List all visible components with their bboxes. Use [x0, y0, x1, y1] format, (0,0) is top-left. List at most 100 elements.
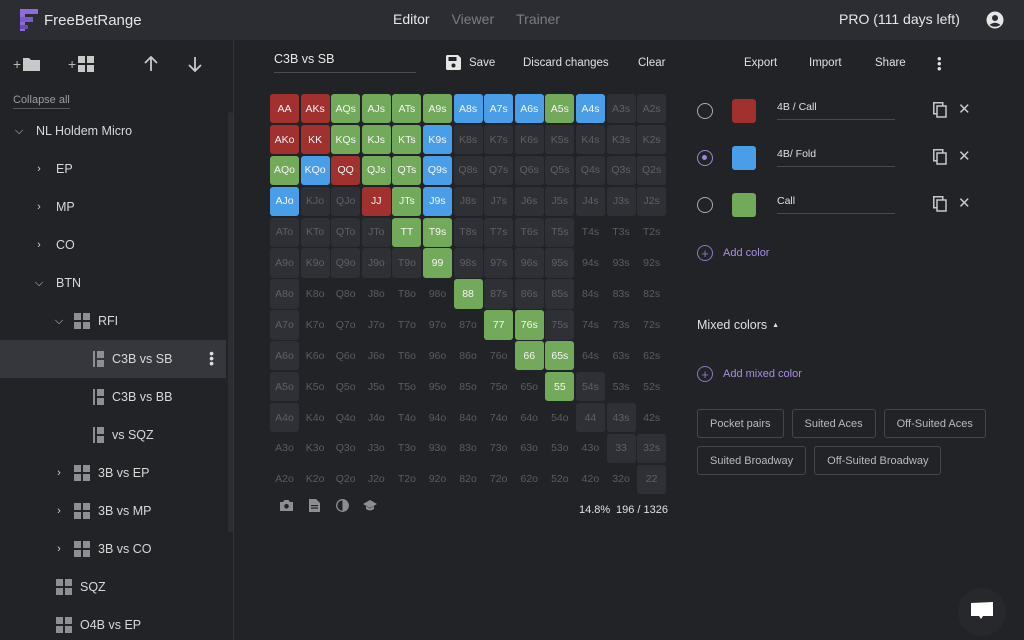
tree-item-nl-holdem-micro[interactable]: ⌵ NL Holdem Micro [0, 112, 226, 150]
hand-cell-73s[interactable]: 73s [607, 310, 636, 339]
color-swatch[interactable] [732, 99, 756, 123]
hand-cell-t4o[interactable]: T4o [392, 403, 421, 432]
hand-cell-q5o[interactable]: Q5o [331, 372, 360, 401]
hand-cell-a7s[interactable]: A7s [484, 94, 514, 124]
hand-cell-a5o[interactable]: A5o [270, 372, 299, 402]
hand-cell-42o[interactable]: 42o [576, 465, 605, 494]
hand-cell-43o[interactable]: 43o [576, 434, 605, 463]
hand-cell-k2s[interactable]: K2s [637, 124, 667, 155]
hand-cell-qts[interactable]: QTs [392, 155, 422, 186]
hand-cell-q6s[interactable]: Q6s [514, 155, 544, 186]
hand-cell-kto[interactable]: KTo [300, 217, 330, 247]
hand-cell-kjo[interactable]: KJo [300, 186, 330, 216]
hand-cell-82o[interactable]: 82o [454, 465, 483, 494]
hand-cell-q8o[interactable]: Q8o [331, 279, 360, 308]
hand-cell-t6s[interactable]: T6s [514, 217, 544, 247]
hand-cell-t3o[interactable]: T3o [392, 434, 421, 463]
tree-item-vs-sqz[interactable]: vs SQZ [0, 416, 226, 454]
hand-cell-53o[interactable]: 53o [545, 434, 574, 463]
hand-cell-85o[interactable]: 85o [454, 372, 483, 401]
hand-cell-j2o[interactable]: J2o [362, 465, 391, 494]
hand-cell-k6o[interactable]: K6o [301, 341, 330, 370]
hand-cell-kqo[interactable]: KQo [300, 155, 330, 186]
hand-cell-k8s[interactable]: K8s [453, 124, 483, 155]
hand-cell-ajo[interactable]: AJo [270, 186, 299, 216]
hand-cell-ajs[interactable]: AJs [361, 94, 391, 124]
hand-cell-qjs[interactable]: QJs [361, 155, 391, 186]
copy-icon[interactable] [933, 102, 947, 118]
tree-item-btn[interactable]: ⌵ BTN [0, 264, 226, 302]
chevron-right-icon[interactable]: › [52, 467, 66, 479]
hand-cell-k2o[interactable]: K2o [301, 465, 330, 494]
hand-cell-q3o[interactable]: Q3o [331, 434, 360, 463]
hand-cell-j6o[interactable]: J6o [362, 341, 391, 370]
more-menu-icon[interactable]: • • • [937, 52, 942, 75]
hand-cell-kjs[interactable]: KJs [361, 124, 391, 155]
hand-cell-t2o[interactable]: T2o [392, 465, 421, 494]
tab-trainer[interactable]: Trainer [516, 11, 560, 27]
hand-cell-a4s[interactable]: A4s [575, 94, 605, 124]
hand-cell-32s[interactable]: 32s [637, 433, 667, 464]
close-icon[interactable]: ✕ [958, 196, 971, 211]
hand-cell-22[interactable]: 22 [637, 464, 667, 494]
trainer-cap-icon[interactable] [363, 498, 377, 512]
hand-cell-aqo[interactable]: AQo [270, 155, 299, 186]
hand-cell-k4o[interactable]: K4o [301, 403, 330, 432]
hand-cell-q7s[interactable]: Q7s [484, 155, 514, 186]
hand-cell-j5o[interactable]: J5o [362, 372, 391, 401]
hand-cell-a7o[interactable]: A7o [270, 310, 299, 340]
tab-editor[interactable]: Editor [393, 11, 430, 27]
hand-cell-77[interactable]: 77 [484, 310, 514, 340]
color-name-input[interactable]: Call [777, 195, 895, 214]
discard-changes-button[interactable]: Discard changes [523, 57, 609, 69]
add-mixed-color-button[interactable]: + Add mixed color [697, 366, 802, 382]
mixed-colors-toggle[interactable]: Mixed colors ▲ [697, 318, 779, 332]
chevron-right-icon[interactable]: › [32, 239, 46, 251]
hand-cell-a5s[interactable]: A5s [545, 94, 575, 124]
hand-cell-q4s[interactable]: Q4s [575, 155, 605, 186]
hand-cell-88[interactable]: 88 [453, 279, 483, 309]
hand-cell-92s[interactable]: 92s [637, 248, 666, 277]
hand-cell-t9s[interactable]: T9s [422, 217, 452, 247]
hand-cell-96s[interactable]: 96s [514, 248, 544, 278]
hand-cell-q7o[interactable]: Q7o [331, 310, 360, 339]
clear-button[interactable]: Clear [638, 57, 665, 69]
save-button[interactable]: Save [446, 55, 495, 70]
hand-cell-kk[interactable]: KK [300, 124, 330, 155]
hand-cell-t9o[interactable]: T9o [392, 248, 422, 278]
tree-item-rfi[interactable]: ⌵ RFI [0, 302, 226, 340]
hand-cell-72s[interactable]: 72s [637, 310, 666, 339]
tree-item-sqz[interactable]: SQZ [0, 568, 226, 606]
hand-cell-98s[interactable]: 98s [453, 248, 483, 278]
hand-cell-t3s[interactable]: T3s [607, 218, 636, 247]
account-icon[interactable] [986, 11, 1004, 29]
hand-cell-j2s[interactable]: J2s [637, 186, 667, 216]
hand-cell-66[interactable]: 66 [514, 341, 544, 371]
hand-cell-k9o[interactable]: K9o [300, 248, 330, 278]
hand-cell-92o[interactable]: 92o [423, 465, 452, 494]
hand-cell-ats[interactable]: ATs [392, 94, 422, 124]
hand-cell-ako[interactable]: AKo [270, 124, 299, 155]
hand-cell-j6s[interactable]: J6s [514, 186, 544, 216]
app-logo[interactable]: FreeBetRange [20, 9, 142, 31]
hand-cell-42s[interactable]: 42s [637, 403, 666, 432]
color-select-radio[interactable] [697, 197, 713, 213]
hand-cell-86o[interactable]: 86o [454, 341, 483, 370]
hand-cell-j9o[interactable]: J9o [361, 248, 391, 278]
hand-cell-86s[interactable]: 86s [514, 279, 544, 309]
hand-cell-j7s[interactable]: J7s [484, 186, 514, 216]
chevron-down-icon[interactable]: ⌵ [52, 315, 66, 328]
hand-cell-j8o[interactable]: J8o [362, 279, 391, 308]
hand-cell-q4o[interactable]: Q4o [331, 403, 360, 432]
chevron-right-icon[interactable]: › [32, 163, 46, 175]
hand-cell-97o[interactable]: 97o [423, 310, 452, 339]
hand-cell-75s[interactable]: 75s [545, 310, 575, 340]
hand-cell-j5s[interactable]: J5s [545, 186, 575, 216]
chat-button[interactable] [958, 588, 1006, 636]
add-folder-button[interactable]: + [13, 56, 41, 72]
hand-cell-53s[interactable]: 53s [607, 372, 636, 401]
hand-cell-84o[interactable]: 84o [454, 403, 483, 432]
hand-cell-q2s[interactable]: Q2s [637, 155, 667, 186]
hand-cell-t7o[interactable]: T7o [392, 310, 421, 339]
hand-cell-64s[interactable]: 64s [576, 341, 605, 370]
